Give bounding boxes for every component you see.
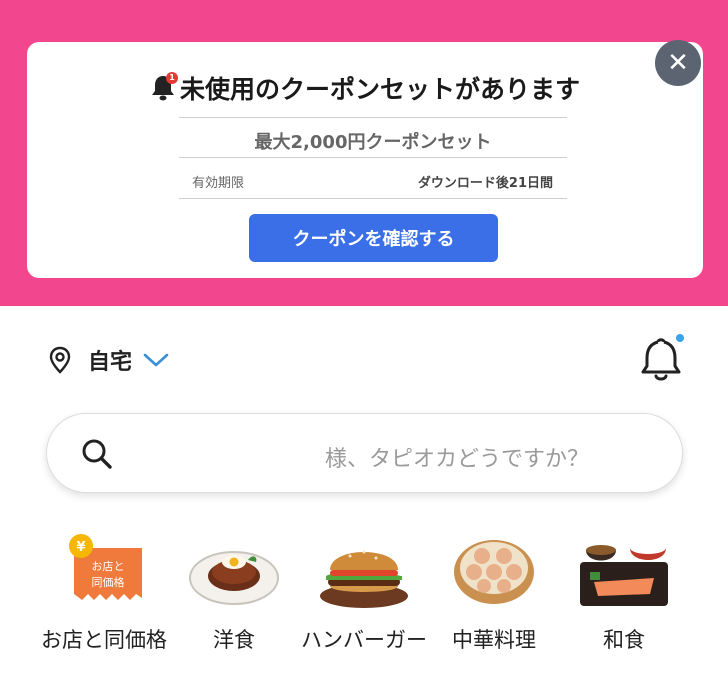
location-selector[interactable]: 自宅 [48, 340, 170, 380]
coupon-card: 1 未使用のクーポンセットがあります 最大2,000円クーポンセット 有効期限 … [27, 42, 703, 278]
burger-icon [316, 532, 412, 612]
category-label: ハンバーガー [301, 628, 427, 652]
search-icon [82, 439, 112, 469]
category-label: 和食 [603, 628, 645, 652]
divider [179, 117, 567, 118]
category-row: ¥ お店と 同価格 お店と同価格 洋食 ハンバーガー 中華料理 和食 [40, 532, 728, 690]
bell-icon: 1 [150, 72, 178, 102]
category-label: 中華料理 [452, 628, 536, 652]
bell-icon [641, 334, 684, 381]
confirm-coupon-button[interactable]: クーポンを確認する [249, 214, 498, 262]
category-japanese[interactable]: 和食 [560, 532, 688, 654]
search-placeholder: 様、タピオカどうですか？ [325, 447, 590, 472]
japanese-set-meal-icon [576, 532, 672, 612]
location-pin-icon [49, 346, 71, 374]
category-chinese[interactable]: 中華料理 [430, 532, 558, 654]
search-bar[interactable]: 様、タピオカどうですか？ [46, 413, 683, 493]
expiry-value: ダウンロード後21日間 [417, 176, 553, 191]
svg-text:¥: ¥ [76, 540, 85, 555]
divider [179, 157, 567, 158]
category-same-price[interactable]: ¥ お店と 同価格 お店と同価格 [40, 532, 168, 654]
divider [179, 198, 567, 199]
coupon-card-title: 1 未使用のクーポンセットがあります [27, 70, 703, 106]
dim-sum-steamer-icon [446, 532, 542, 612]
close-icon[interactable]: ✕ [655, 40, 701, 86]
category-label: 洋食 [213, 628, 255, 652]
coupon-banner: 1 未使用のクーポンセットがあります 最大2,000円クーポンセット 有効期限 … [0, 0, 728, 306]
hamburg-steak-plate-icon [186, 532, 282, 612]
notifications-button[interactable] [636, 334, 686, 384]
category-label: お店と同価格 [41, 628, 167, 652]
notification-badge: 1 [165, 72, 178, 84]
category-western[interactable]: 洋食 [170, 532, 298, 654]
svg-text:お店と: お店と [92, 559, 125, 573]
chevron-down-icon [143, 353, 169, 367]
coupon-name: 最大2,000円クーポンセット [254, 132, 492, 153]
same-price-tag-icon: ¥ お店と 同価格 [56, 532, 152, 612]
svg-text:同価格: 同価格 [92, 575, 125, 589]
location-label: 自宅 [88, 350, 133, 375]
category-hamburger[interactable]: ハンバーガー [300, 532, 428, 654]
expiry-label: 有効期限 [192, 176, 245, 191]
coupon-title-text: 未使用のクーポンセットがあります [179, 75, 580, 104]
